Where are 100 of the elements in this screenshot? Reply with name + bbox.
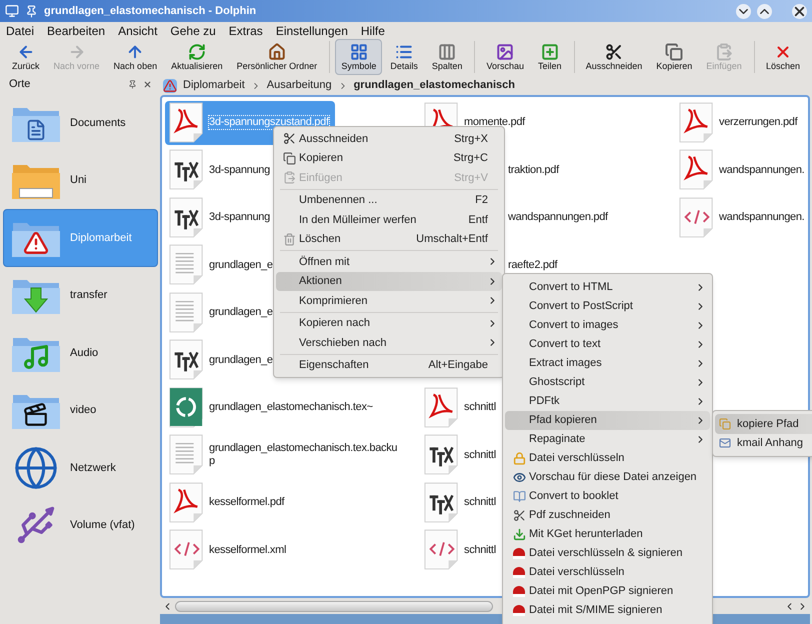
file-item[interactable]: grundlagen_elastomechanisch.tex~ <box>165 386 374 430</box>
menu-item[interactable]: Ansicht <box>118 24 158 38</box>
menu-item[interactable]: Extract images <box>505 354 710 373</box>
place-item[interactable]: video <box>3 382 158 439</box>
menu-item[interactable]: Datei verschlüsseln <box>505 449 710 468</box>
icons-view-icon <box>350 42 368 60</box>
menu-item[interactable]: Eigenschaften Alt+Eingabe <box>276 356 502 375</box>
file-item[interactable]: 3d-spannung <box>165 196 271 240</box>
pdf-document-icon <box>424 102 460 126</box>
recycle-icon <box>169 386 205 429</box>
file-item[interactable]: grundlagen_e <box>165 243 274 288</box>
menu-item[interactable]: Convert to booklet <box>505 487 710 506</box>
preview-button[interactable]: Vorschau <box>480 39 530 75</box>
back-button[interactable]: Zurück <box>6 39 46 75</box>
menu-item[interactable]: Öffnen mit <box>276 252 502 272</box>
menu-item[interactable]: Kopieren nach <box>276 314 502 333</box>
place-item[interactable]: Volume (vfat) <box>3 496 158 554</box>
maximize-icon[interactable] <box>757 4 772 18</box>
menu-item[interactable]: Vorschau für diese Datei anzeigen <box>505 468 710 487</box>
hat-icon <box>513 567 525 578</box>
file-item[interactable]: wandspannungen. <box>675 148 806 192</box>
delete-button[interactable]: Löschen <box>760 39 806 75</box>
file-item[interactable]: grundlagen_e <box>165 338 274 382</box>
file-item[interactable]: schnittl <box>420 480 497 525</box>
file-item[interactable]: schnittl <box>420 528 497 572</box>
code-document-icon <box>424 529 460 572</box>
place-item[interactable]: Documents <box>3 94 158 152</box>
text-document-icon <box>169 244 205 286</box>
split-button[interactable]: Teilen <box>532 39 568 75</box>
menu-item[interactable]: Verschieben nach <box>276 333 502 352</box>
file-item[interactable]: wandspannungen. <box>675 196 806 240</box>
menu-item[interactable]: Ghostscript <box>505 373 710 392</box>
menu-item[interactable]: Datei mit S/MIME signieren <box>505 601 710 620</box>
file-item[interactable]: verzerrungen.pdf <box>675 100 798 145</box>
file-item[interactable]: schnittl <box>420 433 497 478</box>
menu-item[interactable]: Convert to PostScript <box>505 297 710 316</box>
menu-item[interactable]: Convert to images <box>505 316 710 335</box>
paste-icon <box>715 42 734 60</box>
menu-item[interactable]: kmail Anhang <box>715 434 812 453</box>
menu-item[interactable]: Gehe zu <box>170 24 216 38</box>
cut-button[interactable]: Ausschneiden <box>580 39 648 75</box>
breadcrumb-item[interactable]: grundlagen_elastomechanisch <box>354 77 515 94</box>
menu-item[interactable]: Löschen Umschalt+Entf <box>276 230 502 249</box>
close-icon[interactable] <box>143 80 152 89</box>
copy-button[interactable]: Kopieren <box>650 39 698 75</box>
menu-item[interactable]: Convert to text <box>505 335 710 354</box>
file-item[interactable]: kesselformel.pdf <box>165 480 286 525</box>
menu-item[interactable]: Extras <box>228 24 263 38</box>
shortcut-label: Alt+Eingabe <box>428 358 488 373</box>
menu-item[interactable]: Mit KGet herunterladen <box>505 525 710 544</box>
menu-item[interactable]: Umbenennen ... F2 <box>276 190 502 210</box>
menu-item[interactable]: Komprimieren <box>276 291 502 310</box>
menu-item[interactable]: Repaginate <box>505 430 710 449</box>
app-icon <box>5 4 19 18</box>
up-button[interactable]: Nach oben <box>108 39 164 75</box>
tex-document-icon <box>169 149 205 192</box>
menu-item[interactable]: Kopieren Strg+C <box>276 148 502 168</box>
file-item[interactable]: grundlagen_e <box>165 290 274 335</box>
scrollbar-thumb[interactable] <box>175 600 493 612</box>
file-item[interactable]: kesselformel.xml <box>165 528 288 572</box>
details-view-button[interactable]: Details <box>384 39 424 75</box>
menu-item[interactable]: Datei <box>6 24 34 38</box>
menu-item[interactable]: Pdf zuschneiden <box>505 506 710 525</box>
breadcrumb-item[interactable]: Ausarbeitung <box>266 77 332 94</box>
icons-view-button[interactable]: Symbole <box>335 39 382 75</box>
menu-item[interactable]: Datei verschlüsseln & signieren <box>505 544 710 563</box>
menu-item[interactable]: In den Mülleimer werfen Entf <box>276 210 502 230</box>
pdf-document-icon <box>169 102 205 144</box>
menu-item[interactable]: Einstellungen <box>276 24 348 38</box>
menu-item[interactable]: Convert to HTML <box>505 278 710 297</box>
place-item[interactable]: Netzwerk <box>3 439 158 496</box>
file-item[interactable]: schnittl <box>420 386 497 430</box>
menu-item[interactable]: PDFtk <box>505 392 710 411</box>
menu-item[interactable]: Datei verschlüsseln <box>505 563 710 582</box>
file-item[interactable]: traktion.pdf <box>504 148 560 192</box>
menu-item[interactable]: Bearbeiten <box>47 24 106 38</box>
tex-document-icon <box>424 482 460 524</box>
breadcrumb-item[interactable]: Diplomarbeit <box>183 77 245 94</box>
columns-view-icon <box>438 42 456 60</box>
menu-item[interactable]: Hilfe <box>360 24 385 38</box>
home-button[interactable]: Persönlicher Ordner <box>230 39 324 75</box>
columns-view-button[interactable]: Spalten <box>426 39 468 75</box>
menu-item[interactable]: Aktionen <box>276 272 502 291</box>
reload-button[interactable]: Aktualisieren <box>165 39 229 75</box>
place-item[interactable]: Uni <box>3 152 158 209</box>
panel-title: Orte <box>9 77 32 92</box>
place-item[interactable]: transfer <box>3 266 158 324</box>
tex-document-icon <box>424 434 460 476</box>
menu-item[interactable]: kopiere Pfad <box>715 414 812 434</box>
file-item[interactable]: wandspannungen.pdf <box>504 196 609 240</box>
file-item[interactable]: grundlagen_elastomechanisch.tex.backup <box>165 433 400 478</box>
cut-icon <box>604 42 623 60</box>
menu-item[interactable]: Pfad kopieren <box>505 411 710 430</box>
close-icon[interactable] <box>792 4 807 18</box>
hat-icon <box>513 586 525 597</box>
place-item[interactable]: Audio <box>3 324 158 382</box>
code-document-icon <box>169 529 205 572</box>
minimize-icon[interactable] <box>736 4 751 18</box>
menu-item[interactable]: Datei mit OpenPGP signieren <box>505 582 710 601</box>
file-item[interactable]: 3d-spannung <box>165 148 271 192</box>
